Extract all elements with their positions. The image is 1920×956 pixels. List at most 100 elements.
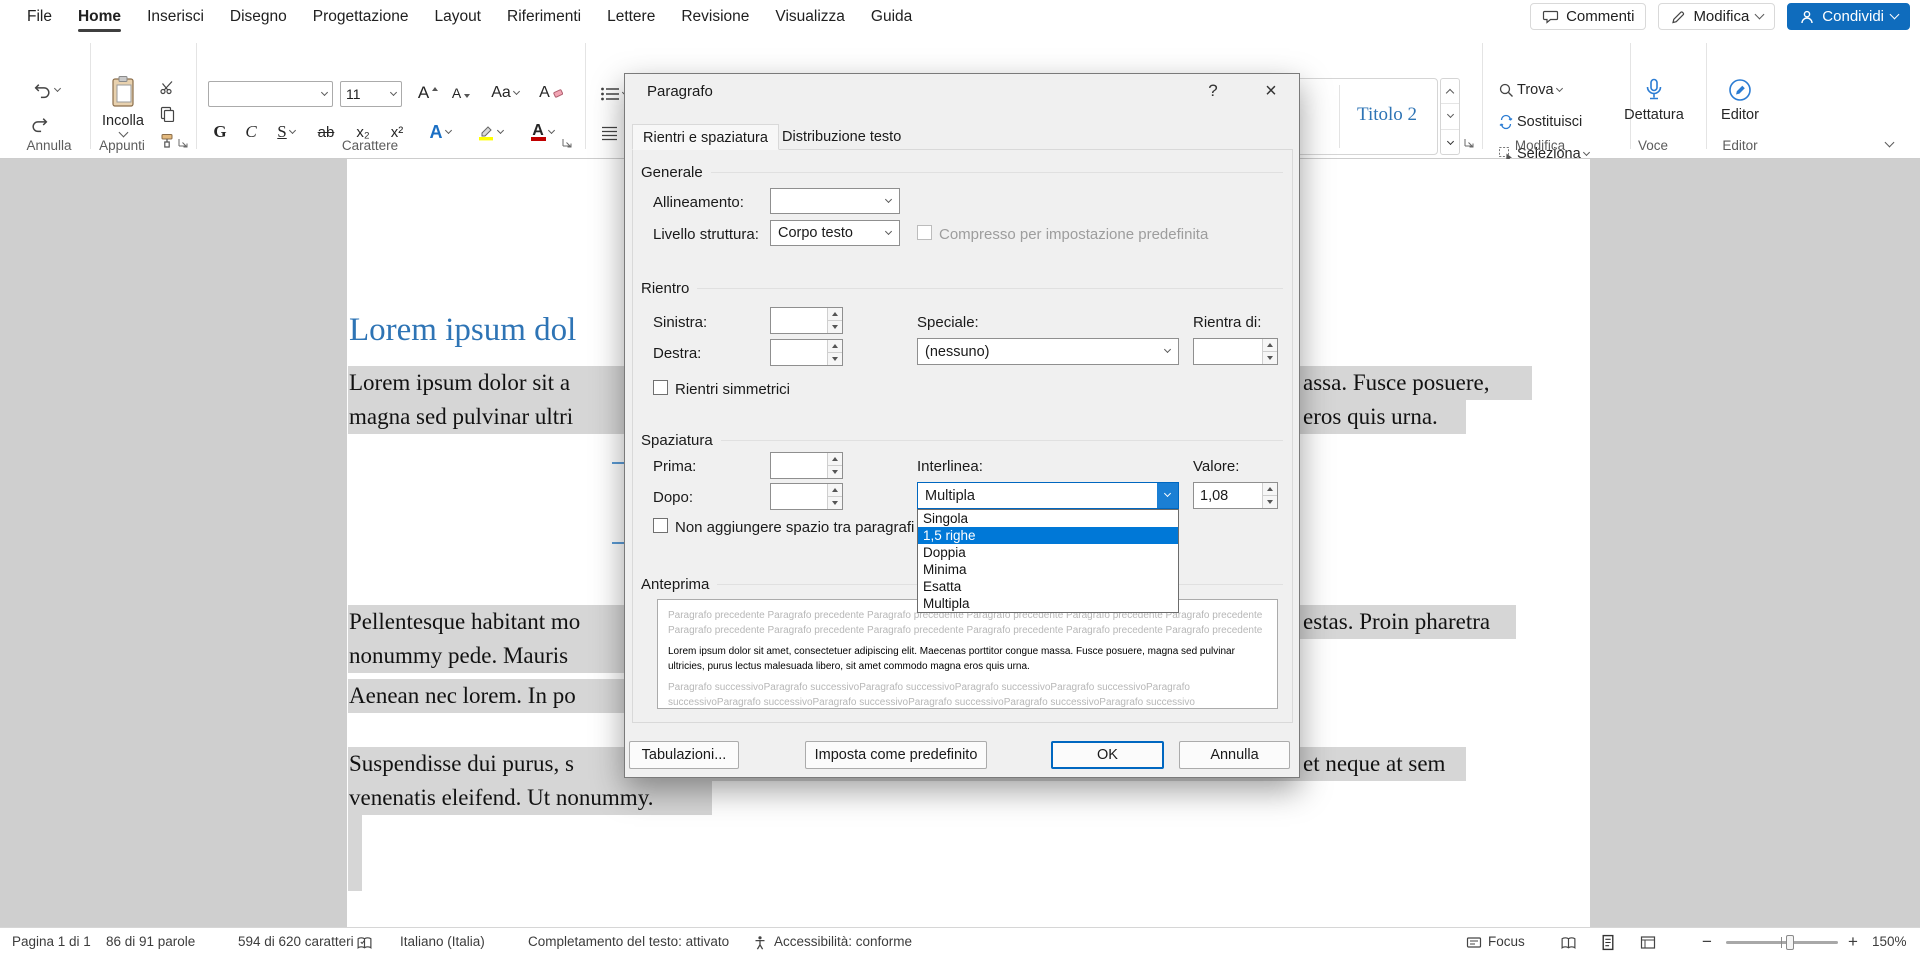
tab-revisione[interactable]: Revisione <box>668 0 762 33</box>
alignment-combo[interactable] <box>770 188 900 214</box>
tab-progettazione[interactable]: Progettazione <box>300 0 422 33</box>
read-mode-icon[interactable] <box>1560 935 1577 951</box>
spin-down[interactable] <box>828 466 842 478</box>
spin-up[interactable] <box>828 308 842 321</box>
tab-riferimenti[interactable]: Riferimenti <box>494 0 594 33</box>
styles-dialog-launcher[interactable] <box>1462 137 1476 151</box>
spacing-after-spinner[interactable] <box>770 483 843 510</box>
spin-up[interactable] <box>1263 483 1277 496</box>
spin-down[interactable] <box>1263 496 1277 508</box>
tab-disegno[interactable]: Disegno <box>217 0 300 33</box>
clear-formatting-button[interactable]: A <box>536 79 566 107</box>
collapse-ribbon-button[interactable] <box>1876 133 1902 155</box>
web-layout-icon[interactable] <box>1640 935 1656 951</box>
spinner-buttons[interactable] <box>827 453 842 478</box>
zoom-in-button[interactable]: + <box>1848 928 1858 956</box>
zoom-level[interactable]: 150% <box>1872 928 1907 956</box>
mirror-indents-checkbox[interactable] <box>653 380 668 395</box>
option-multipla[interactable]: Multipla <box>918 595 1178 612</box>
replace-button[interactable]: Sostituisci <box>1494 109 1586 135</box>
font-dialog-launcher[interactable] <box>560 137 574 151</box>
font-color-button[interactable]: A <box>520 119 564 145</box>
bold-button[interactable]: G <box>206 119 234 145</box>
cut-button[interactable] <box>154 76 180 98</box>
accessibility-status[interactable]: Accessibilità: conforme <box>774 928 912 956</box>
zoom-slider-track[interactable] <box>1726 941 1838 944</box>
special-combo[interactable]: (nessuno) <box>917 338 1179 365</box>
word-count[interactable]: 86 di 91 parole <box>106 928 195 956</box>
page-indicator[interactable]: Pagina 1 di 1 <box>12 928 91 956</box>
line-spacing-combo[interactable]: Multipla <box>917 482 1179 509</box>
ok-button[interactable]: OK <box>1051 741 1164 769</box>
find-button[interactable]: Trova <box>1494 77 1566 103</box>
gallery-scroll-down[interactable] <box>1441 104 1459 129</box>
indent-left-spinner[interactable] <box>770 307 843 334</box>
tab-guida[interactable]: Guida <box>858 0 925 33</box>
spin-up[interactable] <box>1263 339 1277 352</box>
clipboard-dialog-launcher[interactable] <box>176 137 190 151</box>
shrink-font-button[interactable]: A <box>447 79 475 107</box>
option-doppia[interactable]: Doppia <box>918 544 1178 561</box>
focus-mode-button[interactable]: Focus <box>1488 928 1525 956</box>
copy-button[interactable] <box>154 103 180 125</box>
spin-up[interactable] <box>828 340 842 353</box>
grow-font-button[interactable]: A <box>413 79 443 107</box>
spinner-buttons[interactable] <box>827 340 842 365</box>
option-minima[interactable]: Minima <box>918 561 1178 578</box>
language-indicator[interactable]: Italiano (Italia) <box>400 928 485 956</box>
combo-button[interactable] <box>1157 339 1178 364</box>
tab-visualizza[interactable]: Visualizza <box>762 0 858 33</box>
dialog-close-button[interactable]: × <box>1255 77 1287 105</box>
spin-up[interactable] <box>828 453 842 466</box>
zoom-slider-thumb[interactable] <box>1786 935 1794 950</box>
style-titolo2[interactable]: Titolo 2 <box>1357 104 1417 126</box>
option-esatta[interactable]: Esatta <box>918 578 1178 595</box>
outline-level-combo[interactable]: Corpo testo <box>770 220 900 246</box>
gallery-scroll-up[interactable] <box>1441 79 1459 104</box>
tab-home[interactable]: Home <box>65 0 134 33</box>
indent-by-spinner[interactable] <box>1193 338 1278 365</box>
combo-button[interactable] <box>878 221 899 245</box>
spinner-buttons[interactable] <box>827 484 842 509</box>
collapsed-checkbox[interactable] <box>917 225 932 240</box>
comments-button[interactable]: Commenti <box>1530 3 1646 30</box>
redo-button[interactable] <box>24 111 54 137</box>
spacing-before-spinner[interactable] <box>770 452 843 479</box>
font-name-combo[interactable] <box>208 81 333 107</box>
print-layout-icon[interactable] <box>1600 934 1616 951</box>
undo-button[interactable] <box>24 77 68 103</box>
at-spinner[interactable]: 1,08 <box>1193 482 1278 509</box>
option-singola[interactable]: Singola <box>918 510 1178 527</box>
spin-down[interactable] <box>1263 352 1277 364</box>
tab-file[interactable]: File <box>14 0 65 33</box>
gallery-more[interactable] <box>1441 130 1459 154</box>
proofing-book-icon[interactable] <box>356 935 373 951</box>
highlight-color-button[interactable] <box>468 119 512 145</box>
combo-button[interactable] <box>878 189 899 213</box>
spin-down[interactable] <box>828 497 842 509</box>
dialog-help-button[interactable]: ? <box>1197 77 1229 105</box>
spinner-buttons[interactable] <box>1262 483 1277 508</box>
editing-mode-button[interactable]: Modifica <box>1658 3 1775 30</box>
share-button[interactable]: Condividi <box>1787 3 1910 30</box>
spin-up[interactable] <box>828 484 842 497</box>
tab-layout[interactable]: Layout <box>421 0 494 33</box>
spinner-buttons[interactable] <box>827 308 842 333</box>
set-default-button[interactable]: Imposta come predefinito <box>805 741 987 769</box>
tab-inserisci[interactable]: Inserisci <box>134 0 217 33</box>
cancel-button[interactable]: Annulla <box>1179 741 1290 769</box>
tabs-button[interactable]: Tabulazioni... <box>629 741 739 769</box>
tab-rientri-spaziatura[interactable]: Rientri e spaziatura <box>632 124 779 150</box>
justify-button[interactable] <box>596 121 622 145</box>
spinner-buttons[interactable] <box>1262 339 1277 364</box>
dialog-titlebar[interactable]: Paragrafo ? × <box>625 74 1299 110</box>
no-space-checkbox[interactable] <box>653 518 668 533</box>
font-size-combo[interactable]: 11 <box>340 81 402 107</box>
change-case-button[interactable]: Aa <box>482 79 528 107</box>
character-count[interactable]: 594 di 620 caratteri <box>238 928 354 956</box>
indent-right-spinner[interactable] <box>770 339 843 366</box>
zoom-out-button[interactable]: − <box>1702 928 1712 956</box>
italic-button[interactable]: C <box>238 119 264 145</box>
text-completion-indicator[interactable]: Completamento del testo: attivato <box>528 928 729 956</box>
tab-distribuzione-testo[interactable]: Distribuzione testo <box>772 124 911 150</box>
